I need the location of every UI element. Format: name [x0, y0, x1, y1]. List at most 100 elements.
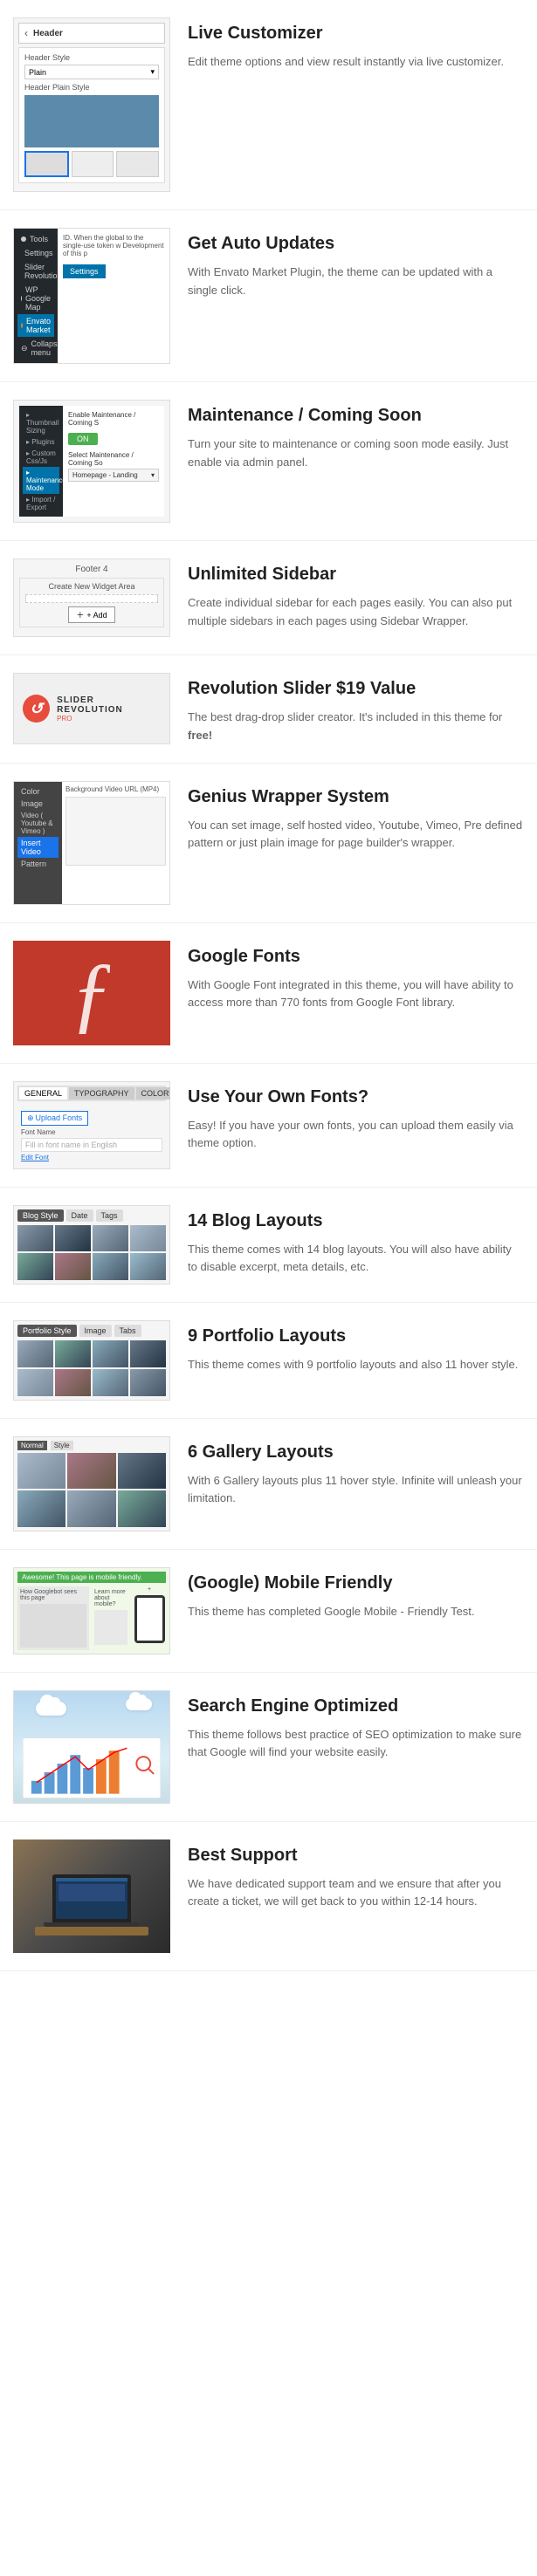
- footer-label: Footer 4: [19, 565, 164, 574]
- wrapper-item-pattern: Pattern: [17, 858, 59, 870]
- settings-button[interactable]: Settings: [63, 264, 106, 278]
- edit-font-link[interactable]: Edit Font: [21, 1154, 162, 1161]
- portfolio-tab-style[interactable]: Portfolio Style: [17, 1325, 77, 1337]
- blog-tab-date[interactable]: Date: [66, 1209, 93, 1222]
- sidebar-collapse[interactable]: ⊖ Collapse menu: [17, 337, 54, 360]
- maint-sidebar-item-5: ▸ Import / Export: [23, 494, 59, 513]
- seo-image: [13, 1690, 170, 1804]
- seo-chart: [23, 1737, 161, 1798]
- maintenance-toggle[interactable]: ON: [68, 433, 98, 445]
- google-fonts-title: Google Fonts: [188, 945, 524, 968]
- blog-thumb-6[interactable]: [55, 1253, 91, 1280]
- portfolio-thumb-8[interactable]: [130, 1369, 166, 1396]
- font-name-input[interactable]: Fill in font name in English: [21, 1138, 162, 1152]
- seo-mockup: [13, 1690, 170, 1804]
- tab-typography[interactable]: TYPOGRAPHY: [69, 1087, 134, 1100]
- gallery-thumb-5[interactable]: [67, 1490, 115, 1526]
- live-customizer-content: Live Customizer Edit theme options and v…: [188, 17, 524, 72]
- blog-layouts-desc: This theme comes with 14 blog layouts. Y…: [188, 1241, 524, 1278]
- blog-thumb-5[interactable]: [17, 1253, 53, 1280]
- font-name-label: Font Name: [21, 1128, 162, 1136]
- gallery-thumb-6[interactable]: [118, 1490, 166, 1526]
- own-fonts-desc: Easy! If you have your own fonts, you ca…: [188, 1117, 524, 1154]
- revolution-slider-content: Revolution Slider $19 Value The best dra…: [188, 673, 524, 745]
- portfolio-thumb-3[interactable]: [93, 1340, 128, 1367]
- gallery-tab-normal[interactable]: Normal: [17, 1441, 47, 1450]
- portfolio-layout-grid: [17, 1340, 166, 1396]
- upload-fonts-button[interactable]: ⊕ Upload Fonts: [21, 1111, 88, 1126]
- feature-unlimited-sidebar: Footer 4 Create New Widget Area ＋ + Add …: [0, 541, 537, 655]
- portfolio-thumb-7[interactable]: [93, 1369, 128, 1396]
- auto-updates-desc: With Envato Market Plugin, the theme can…: [188, 264, 524, 300]
- genius-wrapper-title: Genius Wrapper System: [188, 785, 524, 808]
- gallery-thumb-4[interactable]: [17, 1490, 65, 1526]
- laptop-body: [52, 1874, 131, 1922]
- mobile-info: Learn more about mobile?: [92, 1586, 130, 1650]
- add-widget-button[interactable]: ＋ + Add: [68, 606, 114, 623]
- own-fonts-image: GENERAL TYPOGRAPHY COLOR WIDO ⊕ Upload F…: [13, 1081, 170, 1169]
- portfolio-thumb-1[interactable]: [17, 1340, 53, 1367]
- portfolio-thumb-2[interactable]: [55, 1340, 91, 1367]
- mobile-phone-view: +: [133, 1586, 166, 1650]
- gallery-layouts-content: 6 Gallery Layouts With 6 Gallery layouts…: [188, 1436, 524, 1509]
- header-style-select[interactable]: Plain ▾: [24, 65, 159, 79]
- maintenance-enable-label: Enable Maintenance / Coming S: [68, 411, 159, 427]
- own-fonts-title: Use Your Own Fonts?: [188, 1086, 524, 1108]
- own-fonts-content-area: Use Your Own Fonts? Easy! If you have yo…: [188, 1081, 524, 1154]
- genius-wrapper-desc: You can set image, self hosted video, Yo…: [188, 817, 524, 853]
- maintenance-mode-select[interactable]: Homepage - Landing ▾: [68, 469, 159, 482]
- portfolio-tab-tabs[interactable]: Tabs: [114, 1325, 141, 1337]
- style-thumb-2[interactable]: [72, 151, 114, 177]
- video-url-input-area[interactable]: [65, 797, 166, 866]
- live-customizer-image: ‹ Header Header Style Plain ▾ Header Pla…: [13, 17, 170, 192]
- blog-thumb-2[interactable]: [55, 1225, 91, 1252]
- gallery-thumb-3[interactable]: [118, 1453, 166, 1489]
- gallery-layout-grid: [17, 1453, 166, 1527]
- blog-tab-style[interactable]: Blog Style: [17, 1209, 64, 1222]
- tab-general[interactable]: GENERAL: [19, 1087, 67, 1100]
- feature-genius-wrapper: Color Image Video ( Youtube & Vimeo ) In…: [0, 764, 537, 923]
- tab-color[interactable]: COLOR: [136, 1087, 170, 1100]
- maintenance-desc: Turn your site to maintenance or coming …: [188, 435, 524, 472]
- portfolio-thumb-5[interactable]: [17, 1369, 53, 1396]
- style-thumb-3[interactable]: [116, 151, 159, 177]
- blog-tab-tags[interactable]: Tags: [96, 1209, 123, 1222]
- blog-thumb-1[interactable]: [17, 1225, 53, 1252]
- mockup-header-title: Header: [33, 29, 63, 38]
- blog-thumb-3[interactable]: [93, 1225, 128, 1252]
- portfolio-tab-image[interactable]: Image: [79, 1325, 112, 1337]
- own-fonts-content: ⊕ Upload Fonts Font Name Fill in font na…: [17, 1105, 166, 1165]
- portfolio-layouts-image: Portfolio Style Image Tabs: [13, 1320, 170, 1401]
- gallery-thumb-2[interactable]: [67, 1453, 115, 1489]
- blog-thumb-4[interactable]: [130, 1225, 166, 1252]
- mobile-desktop-view: How Googlebot sees this page: [17, 1586, 89, 1650]
- header-style-options: [24, 151, 159, 177]
- laptop-screen-top: [56, 1878, 127, 1881]
- sidebar-envato[interactable]: Envato Market: [17, 314, 54, 337]
- blog-layouts-mockup: Blog Style Date Tags: [13, 1205, 170, 1285]
- wrapper-item-image: Image: [17, 798, 59, 810]
- mobile-friendly-mockup: Awesome! This page is mobile friendly. H…: [13, 1567, 170, 1655]
- slider-mockup: ↺ SLIDER REVOLUTION PRO: [13, 673, 170, 744]
- portfolio-thumb-6[interactable]: [55, 1369, 91, 1396]
- slider-logo: ↺ SLIDER REVOLUTION PRO: [23, 695, 161, 723]
- header-plain-style-label: Header Plain Style: [24, 83, 159, 92]
- feature-maintenance: ▸ Thumbnail Sizing ▸ Plugins ▸ Custom Cs…: [0, 382, 537, 541]
- seo-desc: This theme follows best practice of SEO …: [188, 1726, 524, 1763]
- blog-thumb-7[interactable]: [93, 1253, 128, 1280]
- maint-sidebar-item-4[interactable]: ▸ Maintenance Mode: [23, 467, 59, 494]
- style-thumb-1[interactable]: [24, 151, 69, 177]
- mobile-friendly-content: (Google) Mobile Friendly This theme has …: [188, 1567, 524, 1621]
- portfolio-thumb-4[interactable]: [130, 1340, 166, 1367]
- revolution-slider-title: Revolution Slider $19 Value: [188, 677, 524, 700]
- gallery-layouts-mockup: Normal Style: [13, 1436, 170, 1531]
- gallery-thumb-1[interactable]: [17, 1453, 65, 1489]
- feature-live-customizer: ‹ Header Header Style Plain ▾ Header Pla…: [0, 0, 537, 210]
- cloud-left: [36, 1702, 66, 1716]
- wrapper-item-insert-video[interactable]: Insert Video: [17, 837, 59, 858]
- feature-best-support: Best Support We have dedicated support t…: [0, 1822, 537, 1971]
- gallery-tab-style[interactable]: Style: [51, 1441, 73, 1450]
- auto-updates-content: Get Auto Updates With Envato Market Plug…: [188, 228, 524, 300]
- blog-thumb-8[interactable]: [130, 1253, 166, 1280]
- mobile-friendly-desc: This theme has completed Google Mobile -…: [188, 1603, 524, 1621]
